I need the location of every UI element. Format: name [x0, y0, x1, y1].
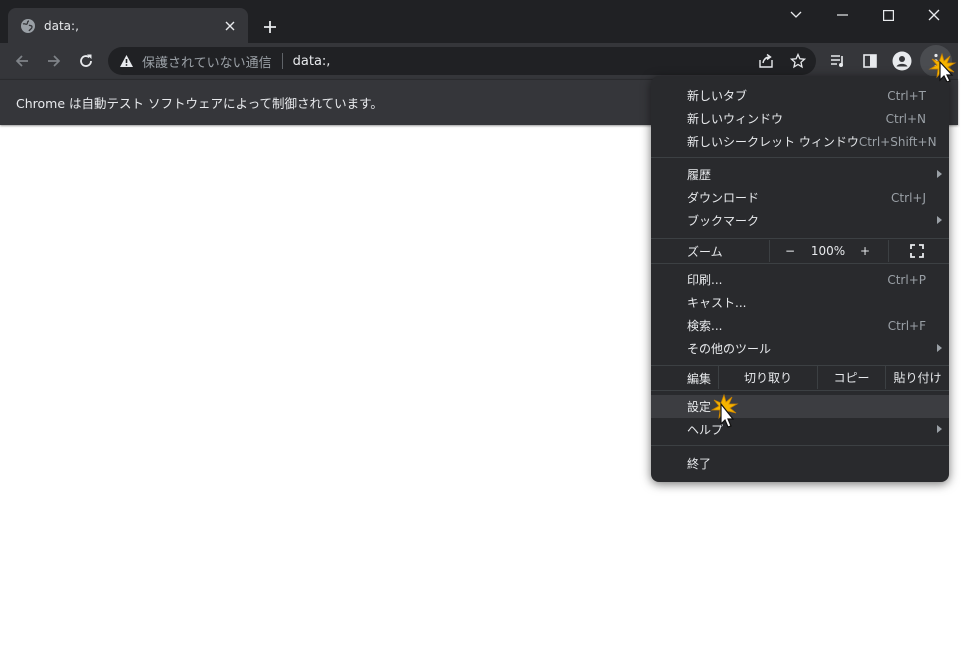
- minimize-icon[interactable]: [819, 0, 865, 30]
- bookmark-star-icon[interactable]: [790, 53, 806, 69]
- url-text: data:,: [292, 53, 331, 69]
- zoom-label: ズーム: [687, 245, 723, 259]
- security-status-text: 保護されていない通信: [142, 55, 272, 71]
- copy-button[interactable]: コピー: [818, 366, 885, 389]
- window-close-icon[interactable]: [911, 0, 957, 30]
- menu-item-new-tab[interactable]: 新しいタブ Ctrl+T: [651, 84, 949, 107]
- address-bar[interactable]: 保護されていない通信 data:,: [108, 47, 816, 75]
- tab-strip: data:,: [0, 0, 958, 43]
- menu-item-new-window[interactable]: 新しいウィンドウ Ctrl+N: [651, 107, 949, 130]
- submenu-arrow-icon: [937, 425, 942, 433]
- menu-divider: [651, 445, 949, 446]
- zoom-divider: [769, 240, 770, 262]
- submenu-arrow-icon: [937, 216, 942, 224]
- menu-item-help[interactable]: ヘルプ: [651, 418, 949, 441]
- menu-item-cast[interactable]: キャスト...: [651, 291, 949, 314]
- forward-button[interactable]: [38, 45, 70, 77]
- menu-item-bookmarks[interactable]: ブックマーク: [651, 209, 949, 232]
- menu-divider: [651, 390, 949, 391]
- menu-item-new-incognito-window[interactable]: 新しいシークレット ウィンドウ Ctrl+Shift+N: [651, 130, 949, 153]
- submenu-arrow-icon: [937, 344, 942, 352]
- share-icon[interactable]: [758, 53, 774, 69]
- side-panel-icon[interactable]: [854, 45, 886, 77]
- chrome-app-menu: 新しいタブ Ctrl+T 新しいウィンドウ Ctrl+N 新しいシークレット ウ…: [651, 76, 949, 482]
- mouse-cursor-icon: [928, 52, 958, 83]
- tab-active[interactable]: data:,: [8, 8, 248, 43]
- tab-search-chevron-icon[interactable]: [773, 0, 819, 30]
- paste-button[interactable]: 貼り付け: [886, 366, 949, 389]
- cut-button[interactable]: 切り取り: [719, 366, 817, 389]
- omnibox-separator: [281, 53, 283, 69]
- fullscreen-icon[interactable]: [905, 240, 929, 262]
- edit-label: 編集: [687, 372, 712, 386]
- zoom-divider: [888, 240, 889, 262]
- click-burst-cursor-icon: [710, 393, 740, 428]
- profile-avatar-icon[interactable]: [886, 45, 918, 77]
- new-tab-button[interactable]: [256, 13, 284, 41]
- menu-item-history[interactable]: 履歴: [651, 163, 949, 186]
- zoom-level: 100%: [810, 244, 846, 258]
- toolbar: 保護されていない通信 data:,: [0, 43, 958, 79]
- menu-item-print[interactable]: 印刷... Ctrl+P: [651, 268, 949, 291]
- menu-divider: [651, 238, 949, 239]
- infobar-message: Chrome は自動テスト ソフトウェアによって制御されています。: [16, 96, 383, 111]
- tab-close-icon[interactable]: [220, 16, 240, 36]
- menu-divider: [651, 157, 949, 158]
- menu-item-settings[interactable]: 設定: [651, 395, 949, 418]
- zoom-in-button[interactable]: +: [851, 240, 879, 262]
- back-button[interactable]: [6, 45, 38, 77]
- tab-title: data:,: [44, 18, 79, 33]
- menu-item-find[interactable]: 検索... Ctrl+F: [651, 314, 949, 337]
- menu-item-more-tools[interactable]: その他のツール: [651, 337, 949, 360]
- warning-icon[interactable]: [118, 53, 134, 69]
- menu-item-exit[interactable]: 終了: [651, 452, 949, 475]
- menu-divider: [651, 263, 949, 264]
- submenu-arrow-icon: [937, 170, 942, 178]
- edit-row: 編集 切り取り コピー 貼り付け: [651, 366, 949, 389]
- reading-list-icon[interactable]: [822, 45, 854, 77]
- zoom-out-button[interactable]: −: [775, 240, 805, 262]
- zoom-row: ズーム − 100% +: [651, 240, 949, 262]
- menu-item-downloads[interactable]: ダウンロード Ctrl+J: [651, 186, 949, 209]
- globe-icon: [20, 18, 36, 34]
- maximize-icon[interactable]: [865, 0, 911, 30]
- reload-button[interactable]: [70, 45, 102, 77]
